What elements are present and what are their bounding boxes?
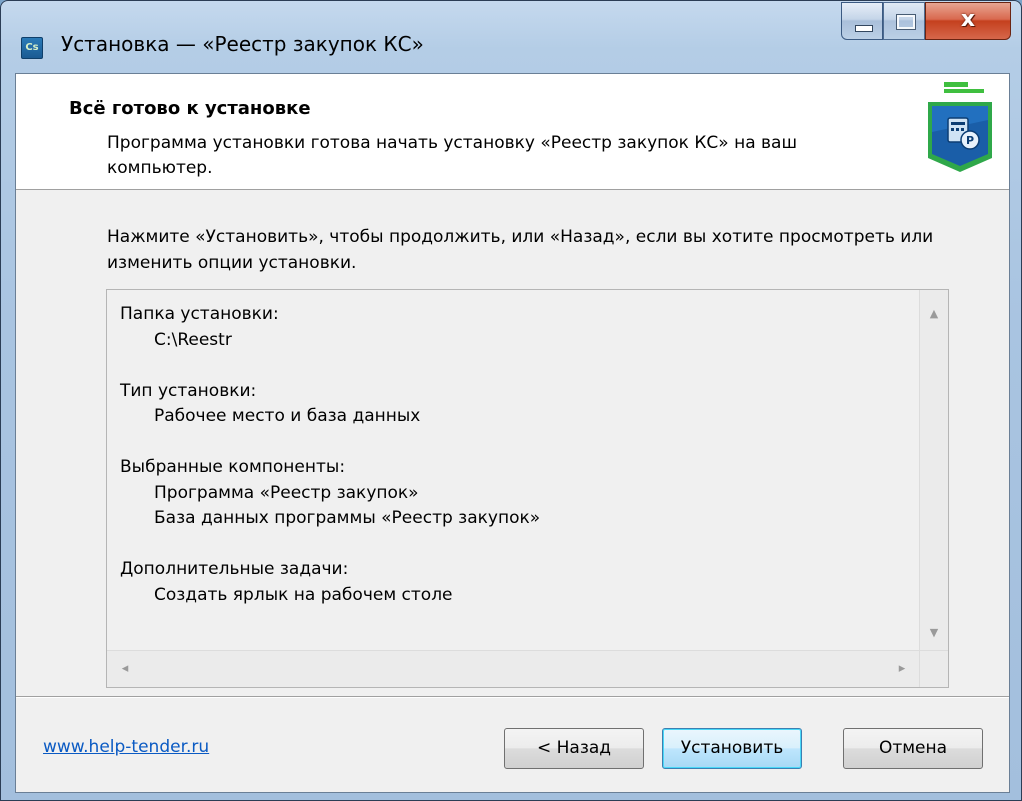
minimize-icon xyxy=(855,25,873,32)
footer-divider xyxy=(16,696,1009,698)
summary-group: Выбранные компоненты: Программа «Реестр … xyxy=(120,455,540,532)
cancel-button[interactable]: Отмена xyxy=(843,728,983,769)
title-bar[interactable]: Cs Установка — «Реестр закупок КС» x xyxy=(1,1,1021,73)
intro-text: Нажмите «Установить», чтобы продолжить, … xyxy=(107,227,934,273)
svg-text:P: P xyxy=(966,134,974,147)
horizontal-scrollbar[interactable]: ◂ ▸ xyxy=(107,650,920,687)
summary-heading: Папка установки: xyxy=(120,304,279,324)
summary-heading: Дополнительные задачи: xyxy=(120,559,349,579)
website-link[interactable]: www.help-tender.ru xyxy=(43,737,209,757)
dialog-client-area: Всё готово к установке Программа установ… xyxy=(15,73,1010,793)
summary-item: Рабочее место и база данных xyxy=(154,406,421,426)
summary-item: Создать ярлык на рабочем столе xyxy=(154,584,453,605)
scroll-up-icon[interactable]: ▲ xyxy=(920,300,948,328)
installer-window: Cs Установка — «Реестр закупок КС» x Всё… xyxy=(0,0,1022,801)
window-title: Установка — «Реестр закупок КС» xyxy=(61,32,424,56)
scrollbar-corner xyxy=(919,650,948,687)
scroll-left-icon[interactable]: ◂ xyxy=(111,651,139,687)
app-icon: Cs xyxy=(21,37,43,59)
page-title: Всё готово к установке xyxy=(69,98,311,119)
maximize-icon xyxy=(896,14,916,30)
summary-item: Программа «Реестр закупок» xyxy=(154,482,419,503)
summary-heading: Выбранные компоненты: xyxy=(120,457,346,477)
page-subtitle: Программа установки готова начать устано… xyxy=(107,133,798,178)
caption-buttons: x xyxy=(841,2,1011,42)
ready-memo-content: Папка установки: C:\Reestr Тип установки… xyxy=(120,302,540,634)
close-button[interactable]: x xyxy=(925,2,1011,40)
summary-item: База данных программы «Реестр закупок» xyxy=(154,508,541,528)
header-panel: Всё готово к установке Программа установ… xyxy=(16,74,1009,190)
summary-heading: Тип установки: xyxy=(120,380,257,401)
install-button[interactable]: Установить xyxy=(662,728,802,769)
summary-item: C:\Reestr xyxy=(154,329,232,350)
product-logo-icon: P xyxy=(928,82,992,172)
maximize-button xyxy=(883,2,925,40)
ready-memo[interactable]: Папка установки: C:\Reestr Тип установки… xyxy=(106,289,949,688)
summary-group: Папка установки: C:\Reestr xyxy=(120,302,540,353)
summary-group: Тип установки: Рабочее место и база данн… xyxy=(120,379,540,430)
scroll-right-icon[interactable]: ▸ xyxy=(888,651,916,687)
back-button[interactable]: < Назад xyxy=(504,728,644,769)
vertical-scrollbar[interactable]: ▲ ▼ xyxy=(919,290,948,651)
scroll-down-icon[interactable]: ▼ xyxy=(920,619,948,647)
close-icon: x xyxy=(960,7,976,32)
summary-group: Дополнительные задачи: Создать ярлык на … xyxy=(120,557,540,608)
minimize-button[interactable] xyxy=(841,2,883,40)
